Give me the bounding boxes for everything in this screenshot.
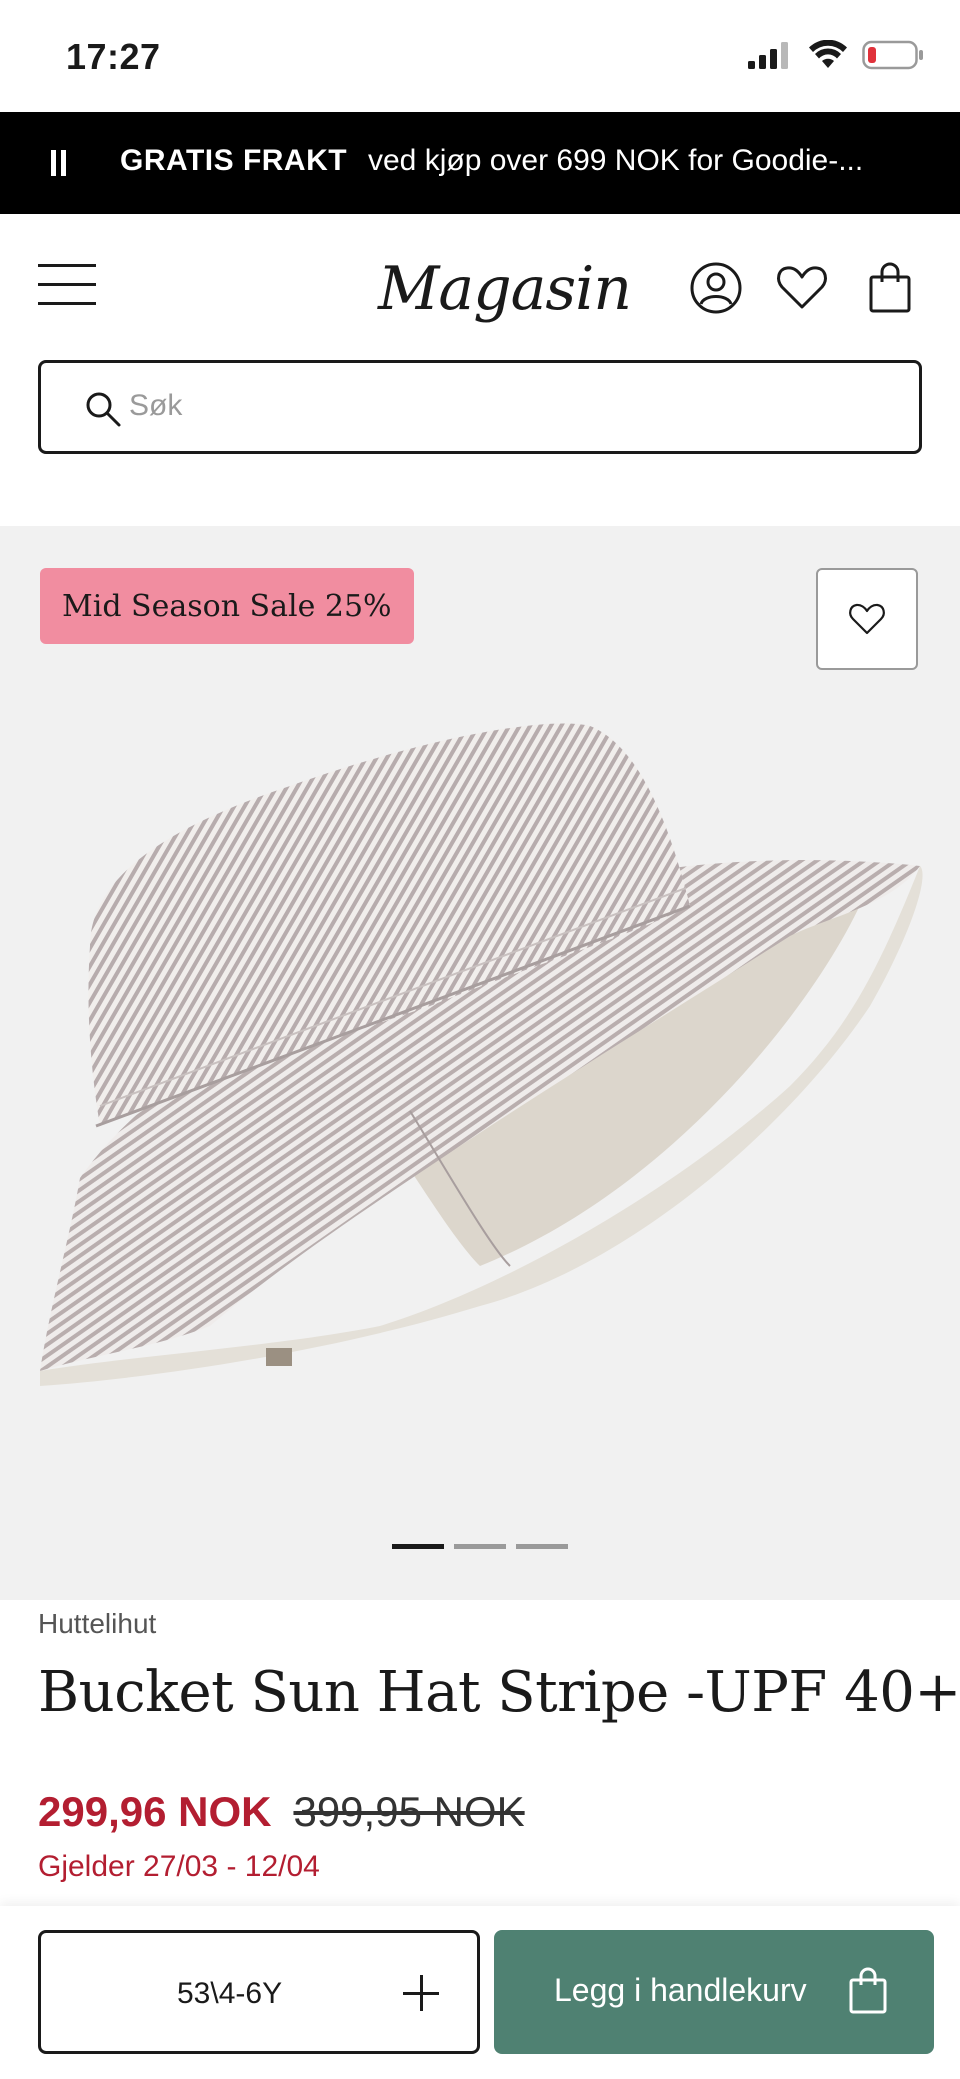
add-to-cart-button[interactable]: Legg i handlekurv [494,1930,934,2054]
gallery-pagination[interactable] [392,1544,568,1549]
heart-icon[interactable] [774,260,830,316]
price-validity: Gjelder 27/03 - 12/04 [38,1850,320,1883]
selected-size: 53\4-6Y [177,1977,283,2010]
site-logo[interactable]: Magasin [378,254,632,324]
size-selector[interactable]: 53\4-6Y [38,1930,480,2054]
bag-icon [849,1967,887,2014]
search-icon [86,392,121,427]
product-brand[interactable]: Huttelihut [38,1608,156,1640]
promo-text: ved kjøp over 699 NOK for Goodie-... [368,144,864,177]
search-input[interactable]: Søk [38,360,922,454]
sale-price: 299,96 NOK [38,1788,272,1835]
product-image[interactable] [30,706,930,1406]
account-icon[interactable] [688,260,744,316]
wishlist-button[interactable] [816,568,918,670]
status-icons [748,40,924,70]
heart-icon [849,603,885,635]
wifi-icon [809,40,847,68]
site-header: Magasin [0,214,960,354]
status-bar: 17:27 [0,0,960,112]
sale-badge: Mid Season Sale 25% [40,568,414,644]
purchase-bar: 53\4-6Y Legg i handlekurv [0,1906,960,2079]
promo-headline: GRATIS FRAKT [120,144,348,177]
status-time: 17:27 [66,36,161,77]
search-placeholder: Søk [129,389,183,422]
original-price: 399,95 NOK [293,1788,525,1835]
battery-icon [862,40,923,70]
plus-icon [403,1973,443,2013]
menu-icon[interactable] [38,264,96,306]
pagination-dot[interactable] [516,1544,568,1549]
pause-icon[interactable] [48,150,70,176]
price-row: 299,96 NOK 399,95 NOK [38,1788,525,1836]
pagination-dot[interactable] [454,1544,506,1549]
pagination-dot[interactable] [392,1544,444,1549]
product-gallery[interactable]: Mid Season Sale 25% [0,526,960,1600]
promo-banner[interactable]: GRATIS FRAKT ved kjøp over 699 NOK for G… [0,112,960,214]
add-to-cart-label: Legg i handlekurv [554,1972,807,2008]
signal-icon [748,42,788,69]
bag-icon[interactable] [862,260,918,316]
product-title: Bucket Sun Hat Stripe -UPF 40+ [38,1660,960,1725]
